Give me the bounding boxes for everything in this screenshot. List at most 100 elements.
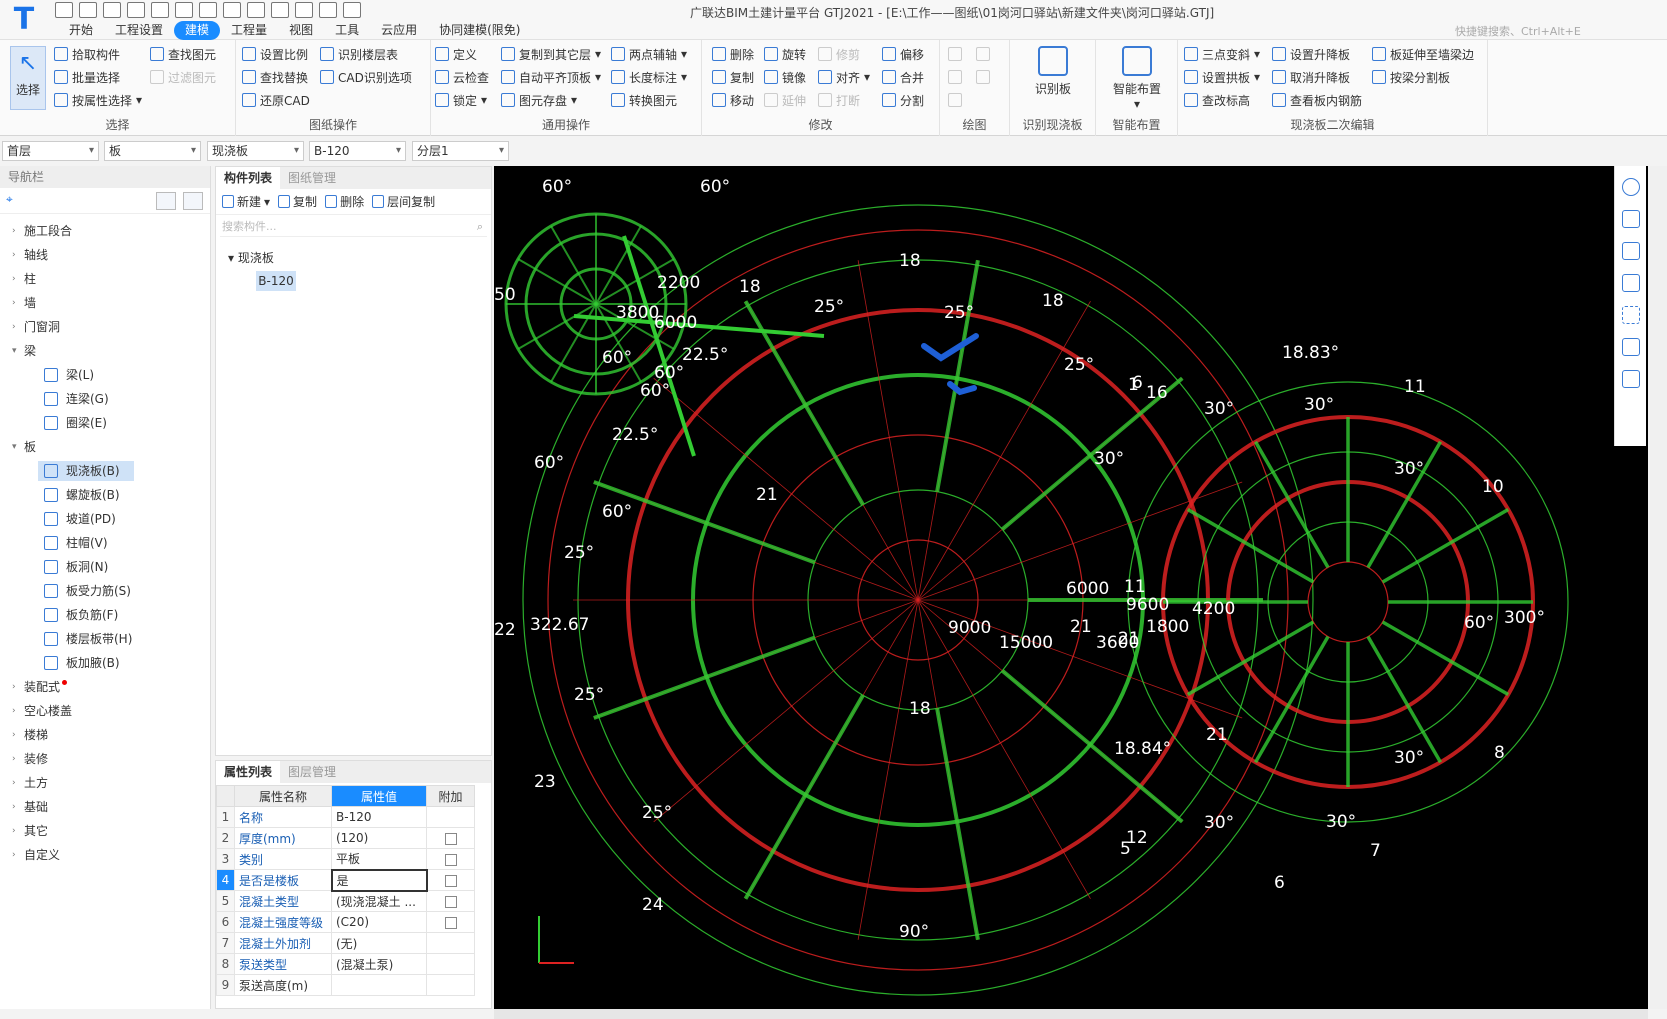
property-row[interactable]: 7 混凝土外加剂 (无) — [216, 932, 475, 954]
restore-cad-button[interactable]: 还原CAD — [242, 90, 310, 110]
batch-select-button[interactable]: 批量选择 — [54, 67, 120, 87]
table-icon[interactable] — [247, 2, 265, 18]
view-slab-rebar-button[interactable]: 查看板内钢筋 — [1272, 90, 1362, 110]
nav-subitem[interactable]: 柱帽(V) — [0, 532, 210, 554]
length-dim-button[interactable]: 长度标注 ▾ — [611, 67, 687, 87]
draw-arc-button[interactable] — [948, 90, 962, 110]
tab-property-list[interactable]: 属性列表 — [216, 761, 281, 783]
collapsed-chevron-icon[interactable]: › — [12, 676, 16, 698]
ruler-icon[interactable] — [295, 2, 313, 18]
filter-element-button[interactable]: 过滤图元 — [150, 67, 216, 87]
collapsed-chevron-icon[interactable]: › — [12, 316, 16, 338]
copy-between-floors-button[interactable]: 层间复制 — [372, 193, 435, 210]
set-scale-button[interactable]: 设置比例 — [242, 44, 308, 64]
nav-group[interactable]: › 自定义 — [0, 844, 210, 866]
property-row[interactable]: 8 泵送类型 (混凝土泵) — [216, 953, 475, 975]
trim-button[interactable]: 修剪 — [818, 44, 860, 64]
redo-icon[interactable] — [175, 2, 193, 18]
tab-component-list[interactable]: 构件列表 — [216, 167, 281, 189]
property-row[interactable]: 3 类别 平板 — [216, 848, 475, 870]
expanded-chevron-icon[interactable]: ▾ — [12, 340, 17, 362]
collapsed-chevron-icon[interactable]: › — [12, 724, 16, 746]
find-element-button[interactable]: 查找图元 — [150, 44, 216, 64]
extra-checkbox[interactable] — [444, 874, 457, 887]
nav-group[interactable]: › 基础 — [0, 796, 210, 818]
extend-button[interactable]: 延伸 — [764, 90, 806, 110]
property-value[interactable]: (无) — [331, 932, 427, 954]
nav-group[interactable]: › 墙 — [0, 292, 210, 314]
export-icon[interactable] — [343, 2, 361, 18]
collapsed-chevron-icon[interactable]: › — [12, 772, 16, 794]
copy-component-button[interactable]: 复制 — [278, 193, 317, 210]
property-value[interactable]: 是 — [330, 868, 428, 892]
extra-checkbox[interactable] — [444, 832, 457, 845]
move-button[interactable]: 移动 — [712, 90, 754, 110]
nav-group[interactable]: › 装配式 — [0, 676, 210, 698]
nav-group[interactable]: › 施工段合 — [0, 220, 210, 242]
convert-element-button[interactable]: 转换图元 — [611, 90, 677, 110]
extend-slab-button[interactable]: 板延伸至墙梁边 — [1372, 44, 1474, 64]
collapsed-chevron-icon[interactable]: › — [12, 220, 16, 242]
nav-group[interactable]: › 柱 — [0, 268, 210, 290]
extra-checkbox[interactable] — [444, 895, 457, 908]
nav-subitem[interactable]: 连梁(G) — [0, 388, 210, 410]
mirror-button[interactable]: 镜像 — [764, 67, 806, 87]
new-file-icon[interactable] — [55, 2, 73, 18]
nav-group[interactable]: › 装修 — [0, 748, 210, 770]
nav-group[interactable]: › 土方 — [0, 772, 210, 794]
property-value[interactable]: 平板 — [331, 848, 427, 870]
view-cube-icon[interactable] — [1622, 274, 1640, 292]
collapsed-chevron-icon[interactable]: › — [12, 796, 16, 818]
property-value[interactable]: B-120 — [331, 806, 427, 828]
cloud-check-button[interactable]: 云检查 — [435, 67, 489, 87]
merge-button[interactable]: 合并 — [882, 67, 924, 87]
nav-subitem[interactable]: 板受力筋(S) — [0, 580, 210, 602]
component-select[interactable]: B-120 — [309, 141, 406, 161]
tab-drawing-manager[interactable]: 图纸管理 — [280, 167, 344, 189]
collapsed-chevron-icon[interactable]: › — [12, 700, 16, 722]
new-component-button[interactable]: 新建 ▾ — [222, 193, 270, 210]
draw-rect-button[interactable] — [976, 67, 990, 87]
draw-line-button[interactable] — [948, 67, 962, 87]
nav-subitem[interactable]: 楼层板带(H) — [0, 628, 210, 650]
category-select[interactable]: 板 — [104, 141, 201, 161]
sum-icon[interactable] — [199, 2, 217, 18]
pin-icon[interactable]: ⌖ — [6, 192, 26, 210]
break-button[interactable]: 打断 — [818, 90, 860, 110]
nav-subitem[interactable]: 板洞(N) — [0, 556, 210, 578]
property-value[interactable]: (现浇混凝土 ... — [331, 890, 427, 912]
view-3d-icon[interactable] — [1622, 242, 1640, 260]
delete-button[interactable]: 删除 — [712, 44, 754, 64]
set-arch-button[interactable]: 设置拱板 ▾ — [1184, 67, 1260, 87]
open-folder-icon[interactable] — [103, 2, 121, 18]
sublayer-select[interactable]: 分层1 — [412, 141, 509, 161]
nav-group[interactable]: › 楼梯 — [0, 724, 210, 746]
collapsed-chevron-icon[interactable]: › — [12, 292, 16, 314]
split-by-beam-button[interactable]: 按梁分割板 — [1372, 67, 1450, 87]
split-button[interactable]: 分割 — [882, 90, 924, 110]
save-icon[interactable] — [127, 2, 145, 18]
nav-subitem[interactable]: 现浇板(B) — [0, 460, 210, 482]
edit-elevation-button[interactable]: 查改标高 — [1184, 90, 1250, 110]
nav-group[interactable]: › 门窗洞 — [0, 316, 210, 338]
property-row[interactable]: 6 混凝土强度等级 (C20) — [216, 911, 475, 933]
property-value[interactable] — [331, 974, 427, 996]
view-2d-icon[interactable] — [1622, 210, 1640, 228]
auto-align-slab-button[interactable]: 自动平齐顶板 ▾ — [501, 67, 601, 87]
extra-checkbox[interactable] — [444, 916, 457, 929]
lock-button[interactable]: 锁定 ▾ — [435, 90, 487, 110]
component-tree-root[interactable]: ▾ 现浇板 — [228, 249, 274, 266]
tab-start[interactable]: 开始 — [58, 21, 104, 40]
nav-group[interactable]: › 其它 — [0, 820, 210, 842]
delete-component-button[interactable]: 删除 — [325, 193, 364, 210]
nav-subitem[interactable]: 板加腋(B) — [0, 652, 210, 674]
open-file-icon[interactable] — [79, 2, 97, 18]
list-view-icon[interactable] — [156, 192, 176, 210]
shortcut-search-input[interactable]: 快捷键搜索、Ctrl+Alt+E — [1455, 23, 1660, 39]
nav-subitem[interactable]: 螺旋板(B) — [0, 484, 210, 506]
layout-icon[interactable] — [319, 2, 337, 18]
nav-group[interactable]: › 空心楼盖 — [0, 700, 210, 722]
collapsed-chevron-icon[interactable]: › — [12, 748, 16, 770]
two-point-axis-button[interactable]: 两点辅轴 ▾ — [611, 44, 687, 64]
properties-icon[interactable] — [1622, 370, 1640, 388]
